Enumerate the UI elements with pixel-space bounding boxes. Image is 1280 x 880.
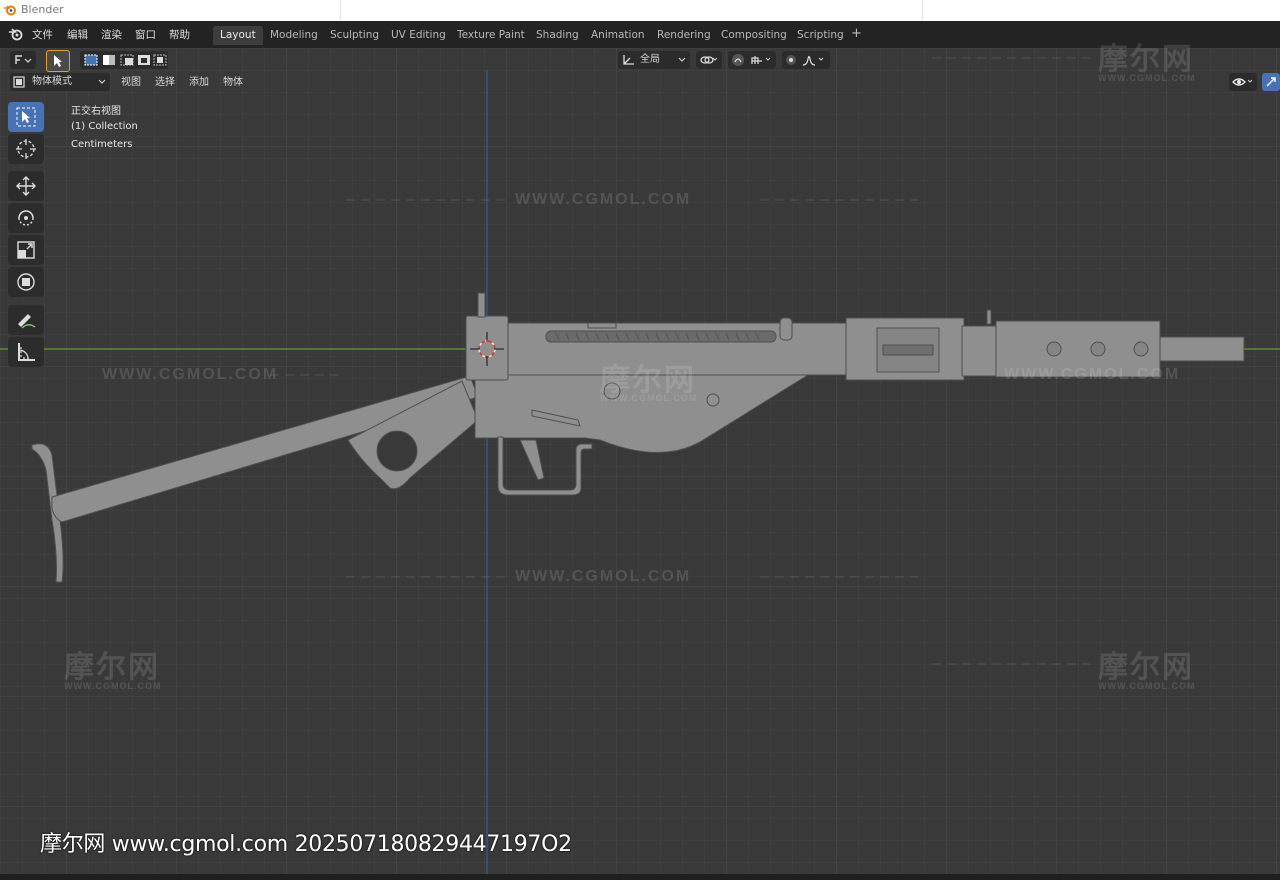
tab-compositing[interactable]: Compositing (714, 26, 794, 45)
select-subtract-icon[interactable] (120, 54, 134, 66)
move-arrows-icon (16, 176, 36, 196)
editor-type-button[interactable] (10, 51, 36, 69)
tool-move[interactable] (8, 171, 44, 201)
chevron-down-icon (98, 79, 106, 84)
3d-viewport[interactable] (0, 48, 1280, 874)
select-extend-icon[interactable] (102, 54, 116, 66)
stock-hole (376, 430, 418, 472)
transform-orientation-select[interactable]: 全局 (618, 51, 690, 69)
magnet-icon (732, 54, 744, 66)
watermark-logo-url: WWW.CGMOL.COM (64, 681, 162, 691)
tab-shading[interactable]: Shading (529, 26, 586, 45)
cocking-slot (545, 330, 777, 343)
menu-select[interactable]: 选择 (155, 74, 175, 92)
tab-texture-paint[interactable]: Texture Paint (450, 26, 532, 45)
select-new-icon[interactable] (84, 54, 98, 66)
menu-add[interactable]: 添加 (189, 74, 209, 92)
collection-label: (1) Collection (71, 121, 138, 132)
tool-transform[interactable] (8, 267, 44, 297)
tab-animation[interactable]: Animation (584, 26, 652, 45)
orientation-label: 全局 (640, 54, 660, 65)
watermark-logo: 摩尔网 (64, 651, 160, 684)
rear-cap (465, 315, 509, 381)
menu-render[interactable]: 渲染 (101, 27, 122, 42)
blender-menu-icon[interactable] (8, 27, 24, 41)
watermark-url: WWW.CGMOL.COM (515, 191, 692, 208)
watermark-url: WWW.CGMOL.COM (515, 568, 692, 585)
snapping-controls[interactable] (728, 51, 776, 69)
falloff-curve-icon (802, 55, 824, 66)
watermark-logo: 摩尔网 (1098, 651, 1194, 684)
menu-file[interactable]: 文件 (32, 27, 53, 42)
barrel (1159, 336, 1245, 362)
tab-rendering[interactable]: Rendering (650, 26, 718, 45)
menu-object[interactable]: 物体 (223, 74, 243, 92)
mode-label: 物体模式 (32, 76, 72, 87)
pivot-point-select[interactable] (696, 51, 722, 69)
blender-logo-icon (4, 5, 16, 16)
view-name-label: 正交右视图 (71, 106, 121, 117)
cocking-handle (779, 317, 793, 341)
transform-icon (17, 273, 35, 291)
scale-icon (17, 241, 35, 259)
cursor-target-icon (16, 139, 36, 159)
rear-sight (477, 292, 486, 318)
eye-icon (1232, 78, 1253, 86)
status-bar (0, 874, 1280, 880)
proportional-editing[interactable] (782, 51, 830, 69)
interaction-mode-select[interactable]: 物体模式 (10, 73, 110, 91)
gizmo-toggle[interactable] (1262, 73, 1280, 91)
watermark-logo: 摩尔网 (1098, 43, 1194, 76)
select-invert-icon[interactable] (137, 54, 151, 66)
select-mode-tweak-button[interactable] (46, 50, 70, 72)
select-intersect-icon[interactable] (153, 54, 167, 66)
proportional-dot-icon (786, 55, 796, 65)
rotate-icon (18, 210, 34, 226)
units-label: Centimeters (71, 139, 133, 150)
tab-scripting[interactable]: Scripting (790, 26, 851, 45)
tab-uv-editing[interactable]: UV Editing (384, 26, 453, 45)
tool-scale[interactable] (8, 235, 44, 265)
tool-cursor[interactable] (8, 134, 44, 164)
pin (706, 393, 720, 407)
tab-sculpting[interactable]: Sculpting (323, 26, 386, 45)
visibility-select[interactable] (1229, 73, 1257, 91)
chevron-down-icon (678, 57, 686, 62)
tool-annotate[interactable] (8, 305, 44, 335)
watermark-url: WWW.CGMOL.COM (102, 366, 279, 383)
viewport-canvas (0, 48, 1280, 874)
link-icon (700, 56, 718, 64)
watermark-url: WWW.CGMOL.COM (1004, 366, 1181, 383)
menu-window[interactable]: 窗口 (135, 27, 156, 42)
select-box-icon (16, 107, 36, 127)
annotate-pen-icon (18, 314, 36, 329)
tool-rotate[interactable] (8, 203, 44, 233)
watermark-caption: 摩尔网 www.cgmol.com 202507180829447197O2 (40, 832, 572, 857)
window-titlebar: Blender (0, 0, 1280, 21)
measure-ruler-icon (18, 343, 35, 361)
watermark-logo-url: WWW.CGMOL.COM (1098, 681, 1196, 691)
transform-pivot-icon (15, 55, 32, 64)
menu-help[interactable]: 帮助 (169, 27, 190, 42)
window-title: Blender (21, 3, 64, 16)
watermark-logo-url: WWW.CGMOL.COM (1098, 73, 1196, 83)
menu-edit[interactable]: 编辑 (67, 27, 88, 42)
menu-view[interactable]: 视图 (121, 74, 141, 92)
selection-mode-group (80, 51, 168, 69)
tab-layout[interactable]: Layout (213, 26, 263, 45)
tool-measure[interactable] (8, 337, 44, 367)
cursor-arrow-icon (54, 55, 62, 67)
gizmo-icon (1266, 77, 1276, 87)
tab-modeling[interactable]: Modeling (263, 26, 325, 45)
barrel-collar (961, 325, 999, 377)
object-mode-icon (13, 76, 25, 88)
watermark-logo-url: WWW.CGMOL.COM (600, 393, 698, 403)
orientation-axis-icon (623, 55, 634, 65)
tool-select-box[interactable] (8, 102, 44, 132)
add-workspace-icon[interactable]: + (851, 26, 862, 41)
snap-grid-icon (751, 56, 771, 64)
